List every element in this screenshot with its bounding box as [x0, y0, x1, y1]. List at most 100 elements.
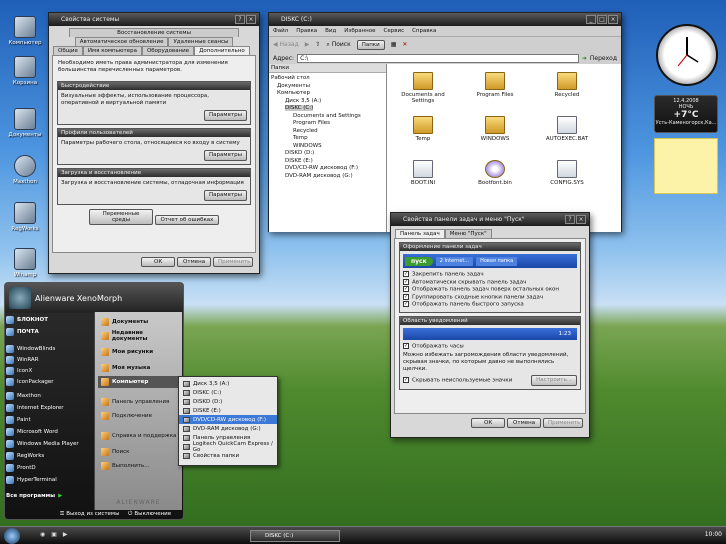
- menu-recent-documents[interactable]: Недавние документы: [98, 330, 178, 342]
- menu-pictures[interactable]: Мои рисунки: [98, 346, 178, 358]
- media-icon[interactable]: ▶: [63, 531, 68, 538]
- tree-item[interactable]: DVD-RAM дисковод (G:): [271, 173, 384, 181]
- menu-connect[interactable]: Подключение: [98, 410, 178, 422]
- option-group-buttons[interactable]: ✓ Группировать сходные кнопки панели зада…: [403, 293, 577, 302]
- tree-item[interactable]: Recycled: [271, 128, 384, 136]
- shutdown-button[interactable]: ⏻ Выключение: [128, 508, 182, 520]
- weather-gadget[interactable]: 12.4.2008 НОЧЬ +7°C Усть-Каменогорск,Ка.…: [654, 95, 718, 133]
- option-quick-launch[interactable]: ✓ Отображать панель быстрого запуска: [403, 301, 577, 309]
- submenu-item[interactable]: Logitech QuickCam Express / Go: [179, 441, 277, 453]
- desktop-icon-maxthon[interactable]: Maxthon: [2, 155, 48, 185]
- help-button[interactable]: ?: [565, 215, 575, 224]
- submenu-item[interactable]: DVD-RAM дисковод (G:): [179, 424, 277, 433]
- checkbox[interactable]: ✓: [403, 278, 409, 285]
- ie-icon[interactable]: ◉: [40, 531, 45, 538]
- close-button[interactable]: ×: [246, 15, 256, 24]
- menu-edit[interactable]: Правка: [296, 26, 317, 36]
- tree-item[interactable]: Документы: [271, 83, 384, 91]
- minimize-button[interactable]: _: [586, 15, 596, 24]
- startup-settings-button[interactable]: Параметры: [204, 190, 247, 201]
- start-program-item[interactable]: ProntD: [6, 464, 36, 472]
- checkbox[interactable]: ✓: [403, 271, 409, 277]
- pinned-notepad[interactable]: БЛОКНОТ: [6, 316, 48, 324]
- tree-item[interactable]: Диск 3,5 (A:): [271, 98, 384, 106]
- tab-start-menu[interactable]: Меню "Пуск": [444, 229, 492, 238]
- checkbox[interactable]: ✓: [403, 293, 409, 300]
- cancel-button[interactable]: Отмена: [177, 257, 212, 267]
- tree-item[interactable]: WINDOWS: [271, 143, 384, 151]
- customize-button[interactable]: Настроить...: [531, 375, 577, 386]
- tab-computer-name[interactable]: Имя компьютера: [82, 46, 142, 55]
- desktop-icon-regworks[interactable]: RegWorks: [2, 202, 48, 232]
- all-programs-button[interactable]: Все программы ▶: [6, 493, 62, 499]
- logoff-button[interactable]: ⚿ Выход из системы: [60, 508, 122, 520]
- start-program-item[interactable]: Microsoft Word: [6, 428, 58, 436]
- maximize-button[interactable]: □: [597, 15, 607, 24]
- start-program-item[interactable]: WinRAR: [6, 356, 39, 364]
- tree-item[interactable]: Рабочий стол: [271, 75, 384, 83]
- taskbar-button-explorer[interactable]: DISKC (C:): [250, 530, 340, 542]
- checkbox[interactable]: ✓: [403, 286, 409, 292]
- tree-item[interactable]: DISKD (D:): [271, 150, 384, 158]
- tree-item[interactable]: DVD/CD-RW дисковод (F:): [271, 165, 384, 173]
- search-button[interactable]: ⌕ Поиск: [326, 41, 350, 49]
- menu-documents[interactable]: Документы: [98, 316, 178, 328]
- apply-button[interactable]: Применить: [543, 418, 583, 428]
- desktop-icon[interactable]: ▣: [51, 531, 57, 538]
- desktop-icon-computer[interactable]: Компьютер: [2, 16, 48, 46]
- menu-help[interactable]: Справка и поддержка: [98, 430, 178, 442]
- file-item[interactable]: Program Files: [469, 72, 521, 98]
- menu-help[interactable]: Справка: [412, 26, 436, 36]
- desktop-icon-winamp[interactable]: Winamp: [2, 248, 48, 278]
- address-input[interactable]: C:\: [297, 53, 579, 63]
- tree-item[interactable]: Documents and Settings: [271, 113, 384, 121]
- desktop-icon-documents[interactable]: Документы: [2, 108, 48, 138]
- go-icon[interactable]: ➜: [582, 55, 587, 62]
- start-program-item[interactable]: RegWorks: [6, 452, 44, 460]
- checkbox[interactable]: ✓: [403, 301, 409, 307]
- folders-button[interactable]: Папки: [356, 39, 385, 50]
- start-program-item[interactable]: IconPackager: [6, 378, 54, 386]
- start-program-item[interactable]: WindowBlinds: [6, 345, 55, 353]
- tab-auto-update[interactable]: Автоматическое обновление: [74, 37, 169, 46]
- menu-view[interactable]: Вид: [325, 26, 336, 36]
- option-show-clock[interactable]: ✓ Отображать часы: [403, 342, 577, 351]
- tree-item[interactable]: Program Files: [271, 120, 384, 128]
- tab-taskbar[interactable]: Панель задач: [395, 229, 445, 238]
- option-autohide[interactable]: ✓ Автоматически скрывать панель задач: [403, 278, 577, 287]
- tree-item[interactable]: Компьютер: [271, 90, 384, 98]
- cancel-button[interactable]: Отмена: [507, 418, 542, 428]
- tree-item[interactable]: Temp: [271, 135, 384, 143]
- tree-item[interactable]: DISKE (E:): [271, 158, 384, 166]
- file-item[interactable]: Bootfont.bin: [469, 160, 521, 186]
- tree-item-selected[interactable]: DISKC (C:): [271, 105, 384, 113]
- checkbox[interactable]: ✓: [403, 376, 409, 383]
- start-program-item[interactable]: Internet Explorer: [6, 404, 64, 412]
- tab-system-restore[interactable]: Восстановление системы: [69, 28, 239, 37]
- menu-control-panel[interactable]: Панель управления: [98, 396, 178, 408]
- file-item[interactable]: Documents and Settings: [397, 72, 449, 104]
- forward-button[interactable]: ▶: [305, 41, 310, 48]
- tab-advanced[interactable]: Дополнительно: [194, 46, 250, 55]
- up-button[interactable]: ⇧: [315, 41, 320, 48]
- file-item[interactable]: AUTOEXEC.BAT: [541, 116, 593, 142]
- pinned-mail[interactable]: ПОЧТА: [6, 328, 39, 336]
- tab-hardware[interactable]: Оборудование: [141, 46, 195, 55]
- back-button[interactable]: ◀ Назад: [273, 41, 299, 48]
- start-program-item[interactable]: Paint: [6, 416, 31, 424]
- tab-general[interactable]: Общие: [53, 46, 83, 55]
- submenu-item-highlighted[interactable]: DVD/CD-RW дисковод (F:): [179, 415, 277, 424]
- start-program-item[interactable]: Windows Media Player: [6, 440, 79, 448]
- env-vars-button[interactable]: Переменные среды: [89, 209, 154, 225]
- error-report-button[interactable]: Отчет об ошибках: [154, 215, 219, 225]
- file-item[interactable]: WINDOWS: [469, 116, 521, 142]
- submenu-item[interactable]: DISKE (E:): [179, 406, 277, 415]
- start-program-item[interactable]: Maxthon: [6, 392, 41, 400]
- close-button[interactable]: ×: [576, 215, 586, 224]
- file-item[interactable]: BOOT.INI: [397, 160, 449, 186]
- views-button[interactable]: ▦: [391, 41, 397, 48]
- submenu-item[interactable]: Диск 3,5 (A:): [179, 379, 277, 388]
- delete-button[interactable]: ✕: [402, 41, 407, 48]
- ok-button[interactable]: ОК: [471, 418, 506, 428]
- profiles-settings-button[interactable]: Параметры: [204, 150, 247, 161]
